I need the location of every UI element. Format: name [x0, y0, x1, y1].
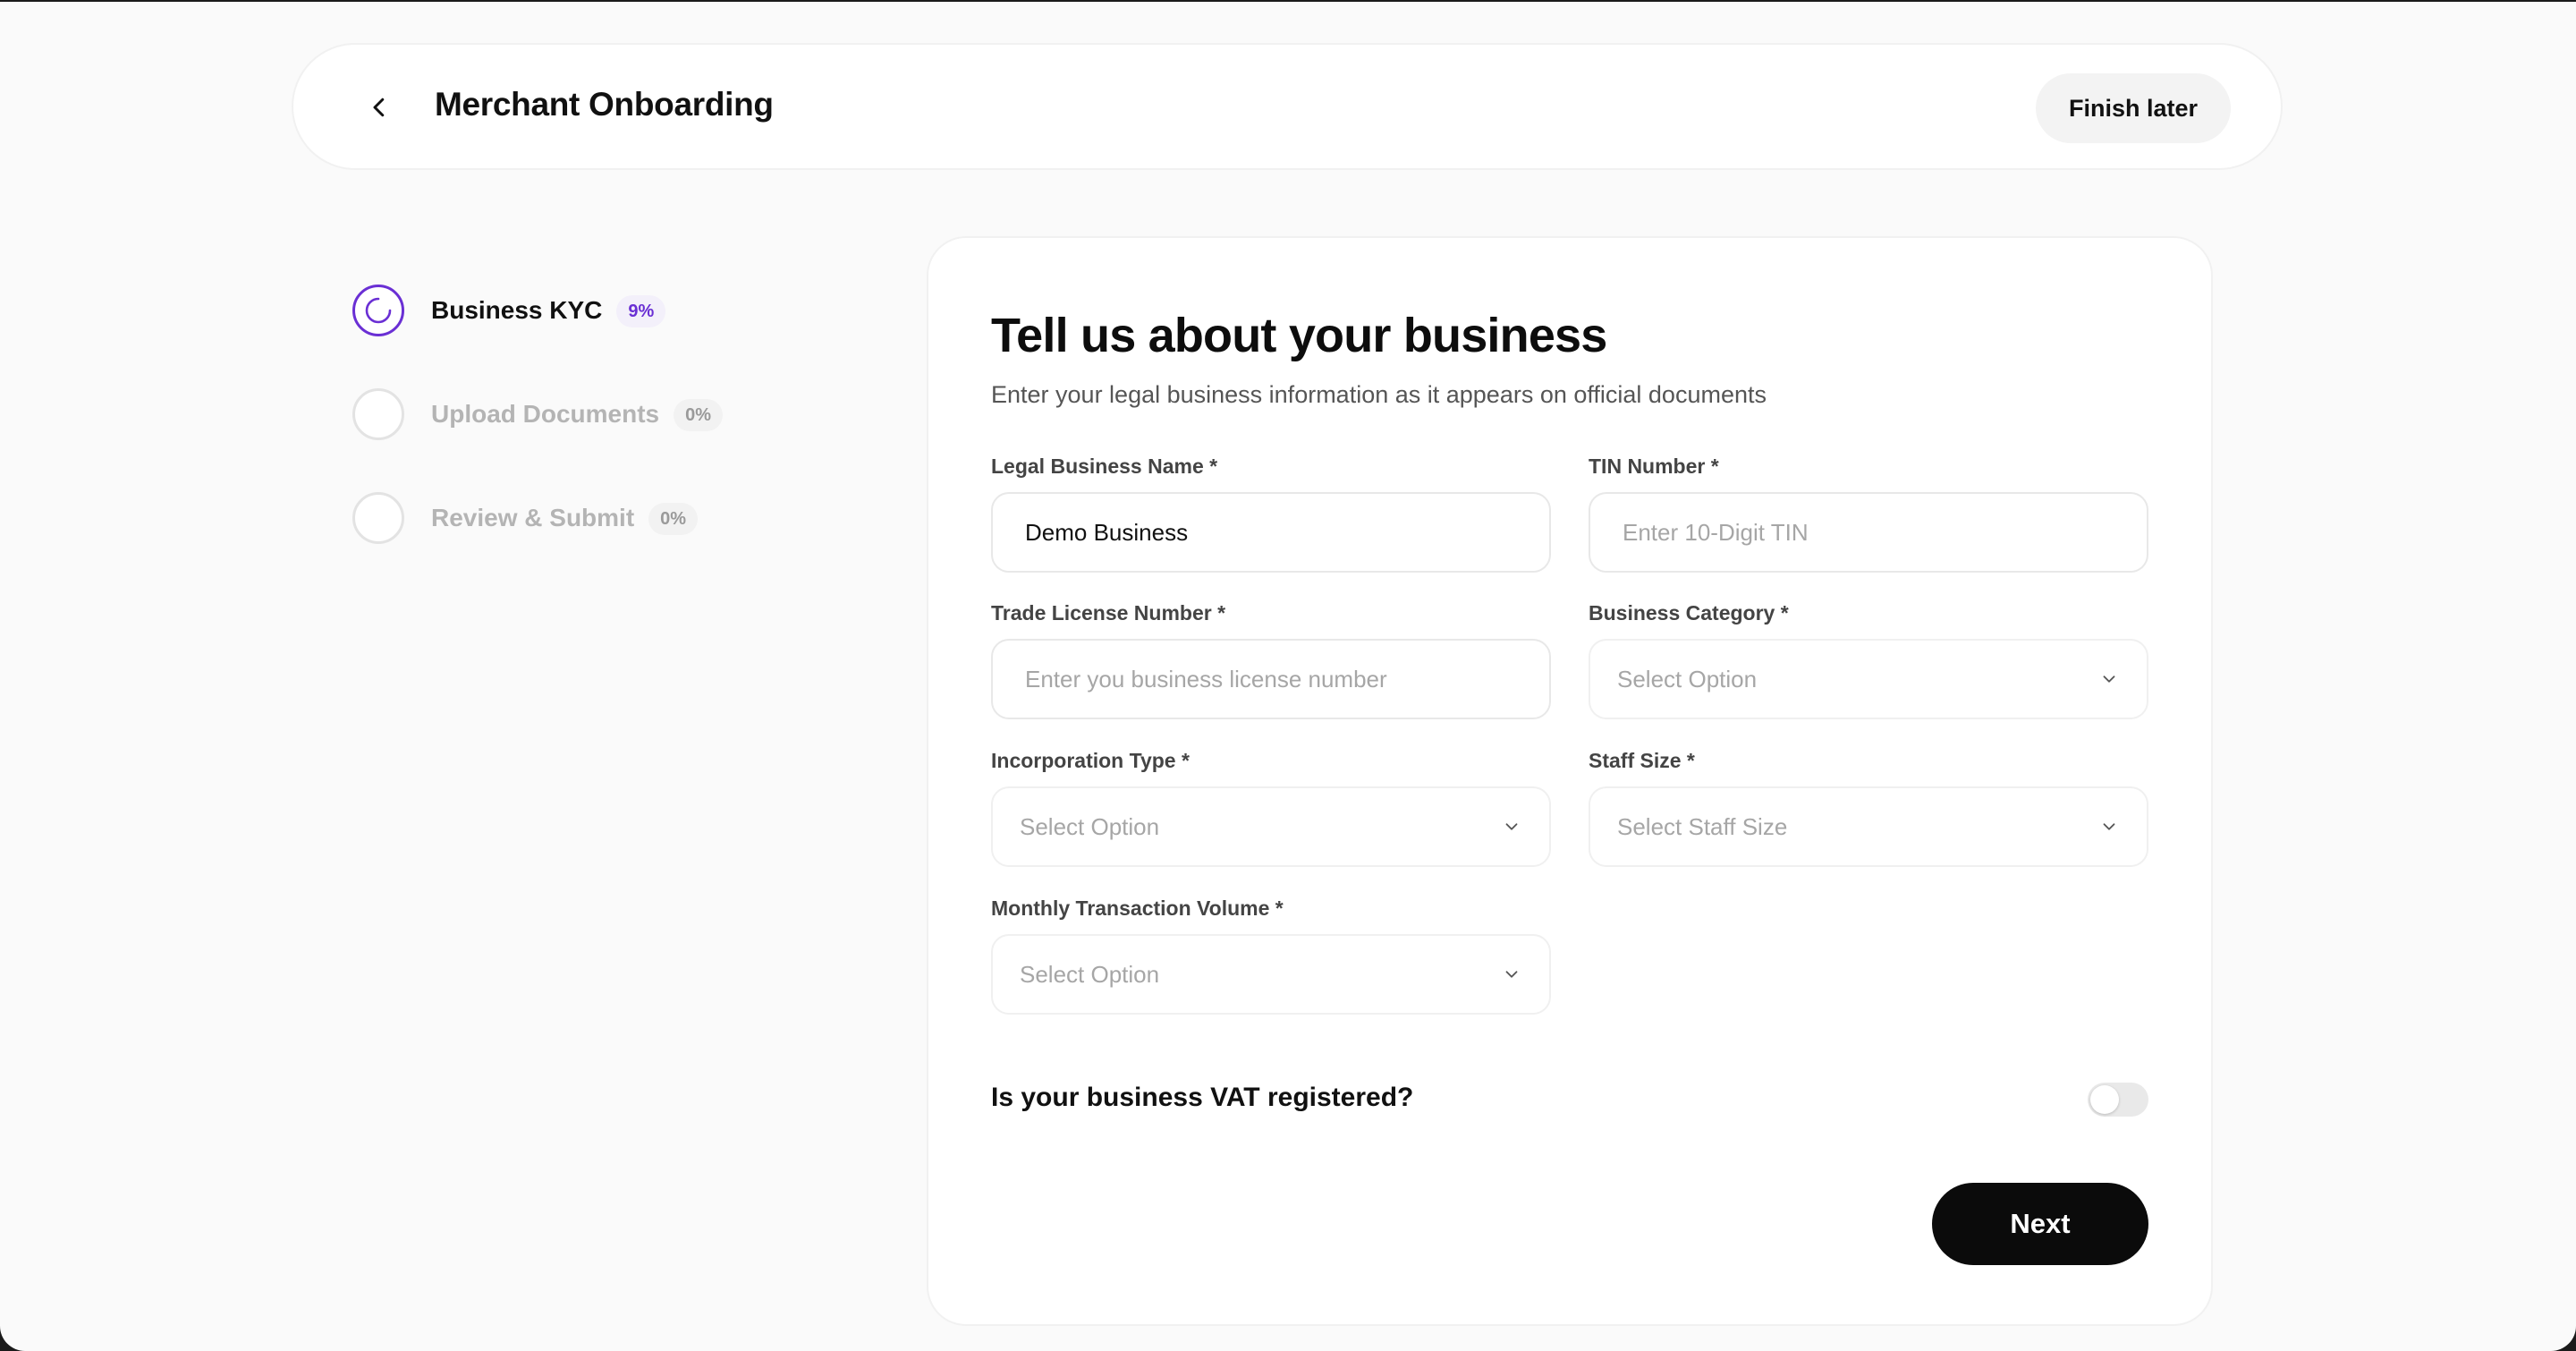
step-review-submit[interactable]: Review & Submit 0% [352, 492, 889, 596]
business-info-card: Tell us about your business Enter your l… [927, 236, 2213, 1326]
onboarding-steps: Business KYC 9% Upload Documents 0% Revi… [352, 285, 889, 596]
chevron-down-icon [1501, 964, 1522, 985]
chevron-down-icon [2098, 668, 2120, 690]
step-circle [352, 388, 404, 440]
staff-size-select[interactable]: Select Staff Size [1589, 786, 2148, 867]
vat-question-label: Is your business VAT registered? [991, 1083, 1414, 1112]
form-subtitle: Enter your legal business information as… [991, 381, 1767, 408]
step-progress-badge: 0% [674, 399, 724, 431]
tin-number-input[interactable] [1589, 492, 2148, 573]
chevron-down-icon [1501, 816, 1522, 837]
form-title: Tell us about your business [991, 309, 1607, 362]
chevron-left-icon [373, 98, 385, 117]
step-label: Upload Documents [431, 400, 660, 428]
step-label: Review & Submit [431, 504, 635, 531]
monthly-volume-select[interactable]: Select Option [991, 934, 1551, 1015]
app-window: Merchant Onboarding Finish later Busines… [0, 2, 2576, 1351]
field-label: Legal Business Name * [991, 455, 1218, 478]
field-label: TIN Number * [1589, 455, 1719, 478]
tin-number-field: TIN Number * [1589, 455, 2148, 573]
trade-license-input[interactable] [991, 639, 1551, 719]
spinner-icon [365, 297, 392, 324]
legal-business-name-input[interactable] [991, 492, 1551, 573]
top-header: Merchant Onboarding Finish later [292, 43, 2283, 170]
incorporation-type-field: Incorporation Type * Select Option [991, 749, 1551, 867]
incorporation-type-select[interactable]: Select Option [991, 786, 1551, 867]
step-circle [352, 492, 404, 544]
field-label: Trade License Number * [991, 601, 1226, 625]
field-label: Business Category * [1589, 601, 1789, 625]
select-value: Select Option [1020, 812, 1160, 840]
business-category-select[interactable]: Select Option [1589, 639, 2148, 719]
back-button[interactable] [354, 82, 404, 132]
monthly-volume-field: Monthly Transaction Volume * Select Opti… [991, 896, 1551, 1015]
business-category-field: Business Category * Select Option [1589, 601, 2148, 719]
trade-license-field: Trade License Number * [991, 601, 1551, 719]
select-value: Select Option [1020, 960, 1160, 988]
step-progress-badge: 0% [648, 503, 699, 535]
select-value: Select Option [1617, 665, 1758, 692]
next-button[interactable]: Next [1932, 1183, 2148, 1265]
staff-size-field: Staff Size * Select Staff Size [1589, 749, 2148, 867]
field-label: Staff Size * [1589, 749, 1695, 772]
step-progress-badge: 9% [616, 295, 666, 327]
legal-business-name-field: Legal Business Name * [991, 455, 1551, 573]
finish-later-button[interactable]: Finish later [2036, 73, 2231, 143]
step-upload-documents[interactable]: Upload Documents 0% [352, 388, 889, 492]
toggle-knob [2090, 1085, 2119, 1114]
select-value: Select Staff Size [1617, 812, 1788, 840]
step-label: Business KYC [431, 296, 603, 324]
field-label: Monthly Transaction Volume * [991, 896, 1284, 920]
step-business-kyc[interactable]: Business KYC 9% [352, 285, 889, 388]
vat-registered-toggle[interactable] [2088, 1083, 2148, 1117]
field-label: Incorporation Type * [991, 749, 1190, 772]
chevron-down-icon [2098, 816, 2120, 837]
page-title: Merchant Onboarding [435, 86, 774, 123]
step-progress-ring [352, 285, 404, 336]
